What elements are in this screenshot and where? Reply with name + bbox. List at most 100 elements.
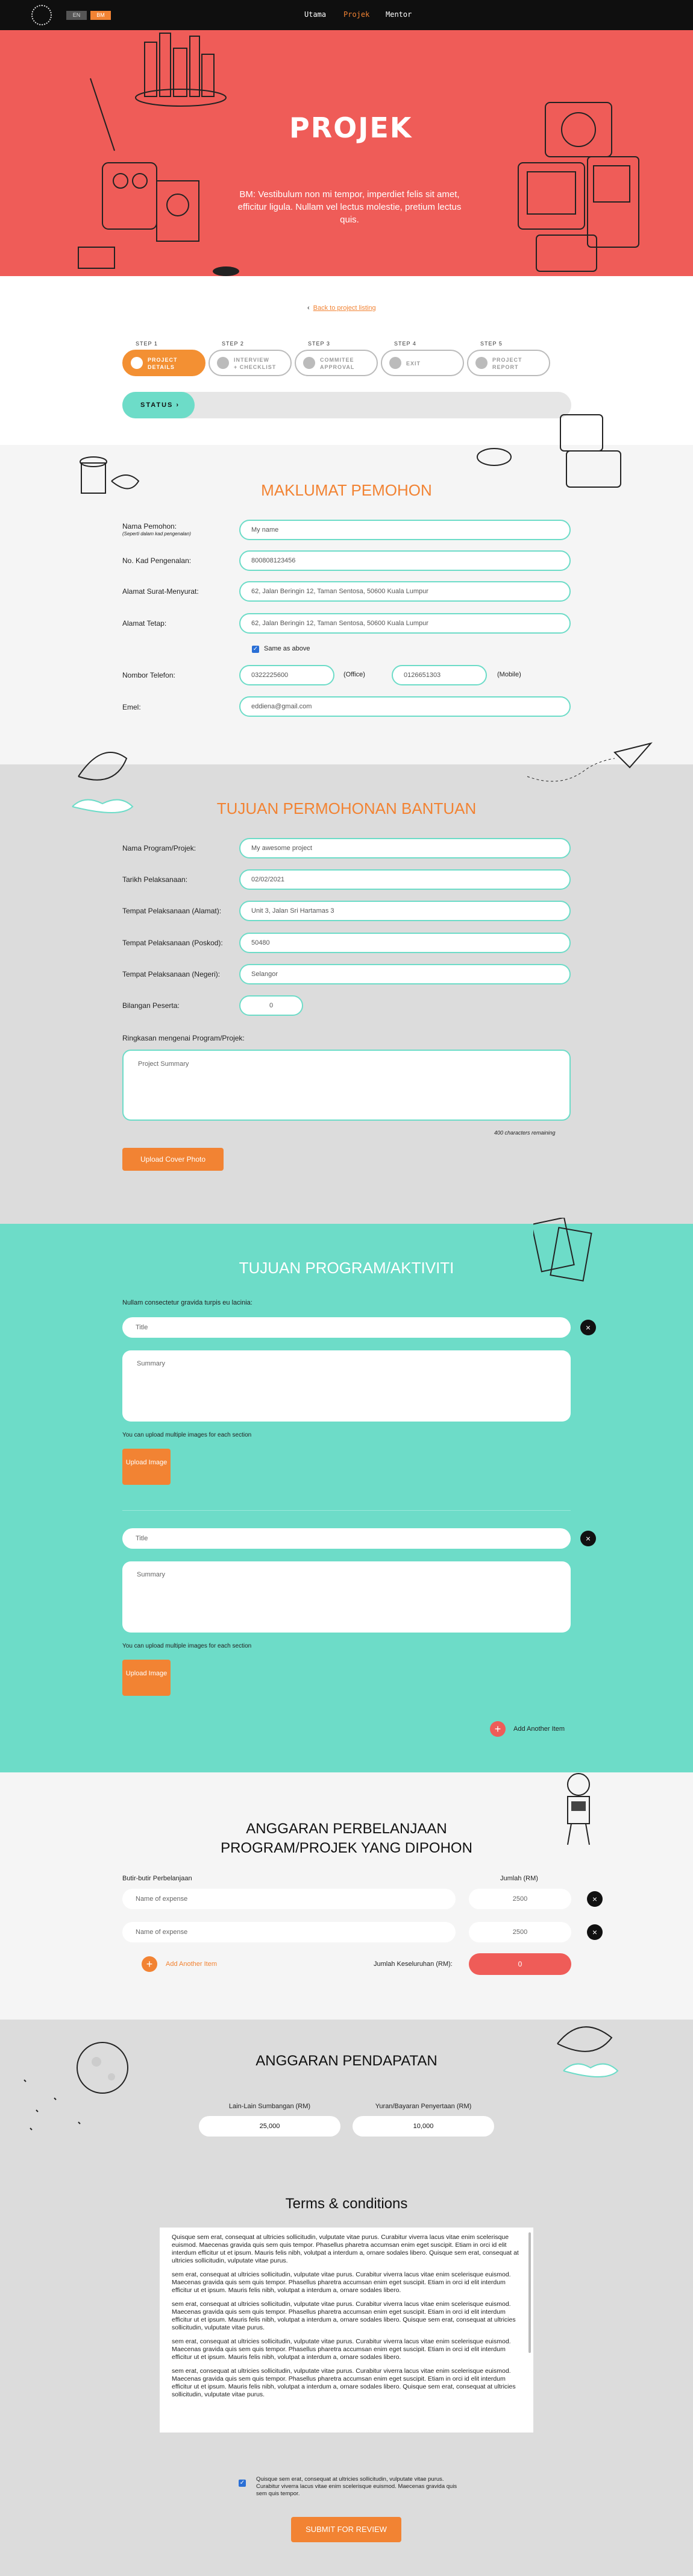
hero-banner: PROJEK BM: Vestibulum non mi tempor, imp… [0,30,693,276]
step-project-details[interactable]: PROJECT DETAILS [122,350,205,376]
maklumat-title: MAKLUMAT PEMOHON [261,481,432,499]
activity-1-remove-button[interactable]: × [580,1320,596,1335]
terms-paragraph-2: sem erat, consequat at ultricies sollici… [172,2271,511,2294]
terms-box[interactable]: Quisque sem erat, consequat at ultricies… [160,2228,533,2433]
add-activity-label[interactable]: Add Another Item [513,1725,565,1733]
step-2-label-line1: INTERVIEW [234,357,269,363]
divider [122,1510,571,1511]
ic-label: No. Kad Pengenalan: [122,556,192,565]
telefon-mobile-input[interactable]: 0126651303 [392,665,487,685]
status-label: STATUS › [122,392,195,418]
add-expense-button[interactable]: + [142,1956,157,1972]
expense-1-name-input[interactable]: Name of expense [122,1889,456,1909]
step-4-number: STEP 4 [394,341,416,347]
total-value: 0 [469,1953,571,1975]
ringkasan-label: Ringkasan mengenai Program/Projek: [122,1034,245,1042]
report-icon [475,357,488,369]
step-1-label-line1: PROJECT [148,357,178,363]
nav-item-utama[interactable]: Utama [304,10,326,19]
top-nav: EN BM Utama Projek Mentor [0,0,693,30]
nama-input[interactable]: My name [239,520,571,540]
expense-2-remove-button[interactable]: × [587,1924,603,1940]
belanja-title-line1: ANGGARAN PERBELANJAAN [246,1821,447,1837]
activity-1-note: You can upload multiple images for each … [122,1432,252,1438]
pendapatan-col2-input[interactable]: 10,000 [353,2116,494,2137]
col-amount-header: Jumlah (RM) [500,1875,538,1882]
emel-label: Emel: [122,703,141,711]
nama-program-input[interactable]: My awesome project [239,838,571,858]
nama-program-label: Nama Program/Projek: [122,844,196,852]
step-5-label-line2: REPORT [492,364,519,370]
tujuan-title: TUJUAN PERMOHONAN BANTUAN [216,799,477,817]
plus-icon: + [494,1723,501,1735]
total-label: Jumlah Keseluruhan (RM): [374,1960,453,1968]
alamat-tetap-input[interactable]: 62, Jalan Beringin 12, Taman Sentosa, 50… [239,613,571,634]
tempat-alamat-input[interactable]: Unit 3, Jalan Sri Hartamas 3 [239,901,571,921]
agree-terms-label: Quisque sem erat, consequat at ultricies… [256,2476,457,2497]
tempat-poskod-input[interactable]: 50480 [239,933,571,953]
rabbit-tv-illustration [477,414,621,488]
terms-title: Terms & conditions [285,2196,408,2212]
close-icon: × [585,1323,591,1332]
tujuan-permohonan-section: TUJUAN PERMOHONAN BANTUAN Nama Program/P… [0,742,693,1224]
ic-input[interactable]: 800808123456 [239,550,571,571]
lang-en-button[interactable]: EN [66,11,87,20]
close-icon: × [592,1927,598,1937]
step-interview-checklist[interactable]: INTERVIEW + CHECKLIST [209,350,292,376]
belanja-title-line2: PROGRAM/PROJEK YANG DIPOHON [221,1840,472,1856]
expense-1-remove-button[interactable]: × [587,1891,603,1907]
terms-paragraph-3: sem erat, consequat at ultricies sollici… [172,2300,516,2331]
lightbulb-icon [131,357,143,369]
plus-icon: + [146,1958,153,1970]
back-link[interactable]: ‹ Back to project listing [307,304,376,312]
activity-2-remove-button[interactable]: × [580,1531,596,1546]
maklumat-pemohon-section: MAKLUMAT PEMOHON Nama Pemohon: (Seperti … [0,414,693,764]
nav-item-projek[interactable]: Projek [343,10,369,19]
tujuan-program-section: TUJUAN PROGRAM/AKTIVITI Nullam consectet… [0,1218,693,1772]
step-5-number: STEP 5 [480,341,503,347]
peserta-input[interactable]: 0 [239,995,303,1016]
agree-terms-checkbox[interactable]: ✓ [239,2480,246,2487]
tv-astronaut-illustration [518,102,639,272]
add-expense-label[interactable]: Add Another Item [166,1960,217,1968]
site-logo[interactable] [31,5,52,25]
terms-scrollbar[interactable] [528,2232,531,2353]
exit-icon [389,357,401,369]
ringkasan-textarea[interactable]: Project Summary [122,1050,571,1121]
activity-2-title-input[interactable]: Title [122,1528,571,1549]
step-3-label-line2: APPROVAL [320,364,355,370]
pendapatan-col1-input[interactable]: 25,000 [199,2116,340,2137]
expense-2-amount-input[interactable]: 2500 [469,1922,571,1942]
anggaran-perbelanjaan-section: ANGGARAN PERBELANJAAN PROGRAM/PROJEK YAN… [0,1772,693,2020]
add-activity-button[interactable]: + [490,1721,506,1737]
expense-2-name-input[interactable]: Name of expense [122,1922,456,1942]
activity-2-summary-textarea[interactable]: Summary [122,1561,571,1633]
step-exit[interactable]: EXIT [381,350,464,376]
close-icon: × [592,1894,598,1904]
expense-1-amount-input[interactable]: 2500 [469,1889,571,1909]
terms-paragraph-1: Quisque sem erat, consequat at ultricies… [172,2234,519,2264]
upload-cover-button[interactable]: Upload Cover Photo [122,1148,224,1171]
nav-item-mentor[interactable]: Mentor [386,10,412,19]
telefon-mobile-suffix: (Mobile) [497,671,521,678]
same-as-above-checkbox[interactable]: ✓ [252,646,259,653]
lang-bm-button[interactable]: BM [90,11,111,20]
telefon-office-suffix: (Office) [343,671,365,678]
col-items-header: Butir-butir Perbelanjaan [122,1875,192,1882]
step-project-report[interactable]: PROJECT REPORT [467,350,550,376]
submit-review-button[interactable]: SUBMIT FOR REVIEW [291,2517,401,2542]
checklist-icon [217,357,229,369]
activity-1-upload-button[interactable]: Upload Image [122,1449,171,1485]
emel-input[interactable]: eddiena@gmail.com [239,696,571,717]
tarikh-input[interactable]: 02/02/2021 [239,869,571,890]
step-2-number: STEP 2 [222,341,244,347]
alamat-surat-input[interactable]: 62, Jalan Beringin 12, Taman Sentosa, 50… [239,581,571,602]
activity-1-title-input[interactable]: Title [122,1317,571,1338]
step-3-number: STEP 3 [308,341,330,347]
step-2-label-line2: + CHECKLIST [234,364,277,370]
activity-2-upload-button[interactable]: Upload Image [122,1660,171,1696]
telefon-office-input[interactable]: 0322225600 [239,665,334,685]
tempat-negeri-input[interactable]: Selangor [239,964,571,984]
activity-1-summary-textarea[interactable]: Summary [122,1350,571,1422]
step-commitee-approval[interactable]: COMMITEE APPROVAL [295,350,378,376]
